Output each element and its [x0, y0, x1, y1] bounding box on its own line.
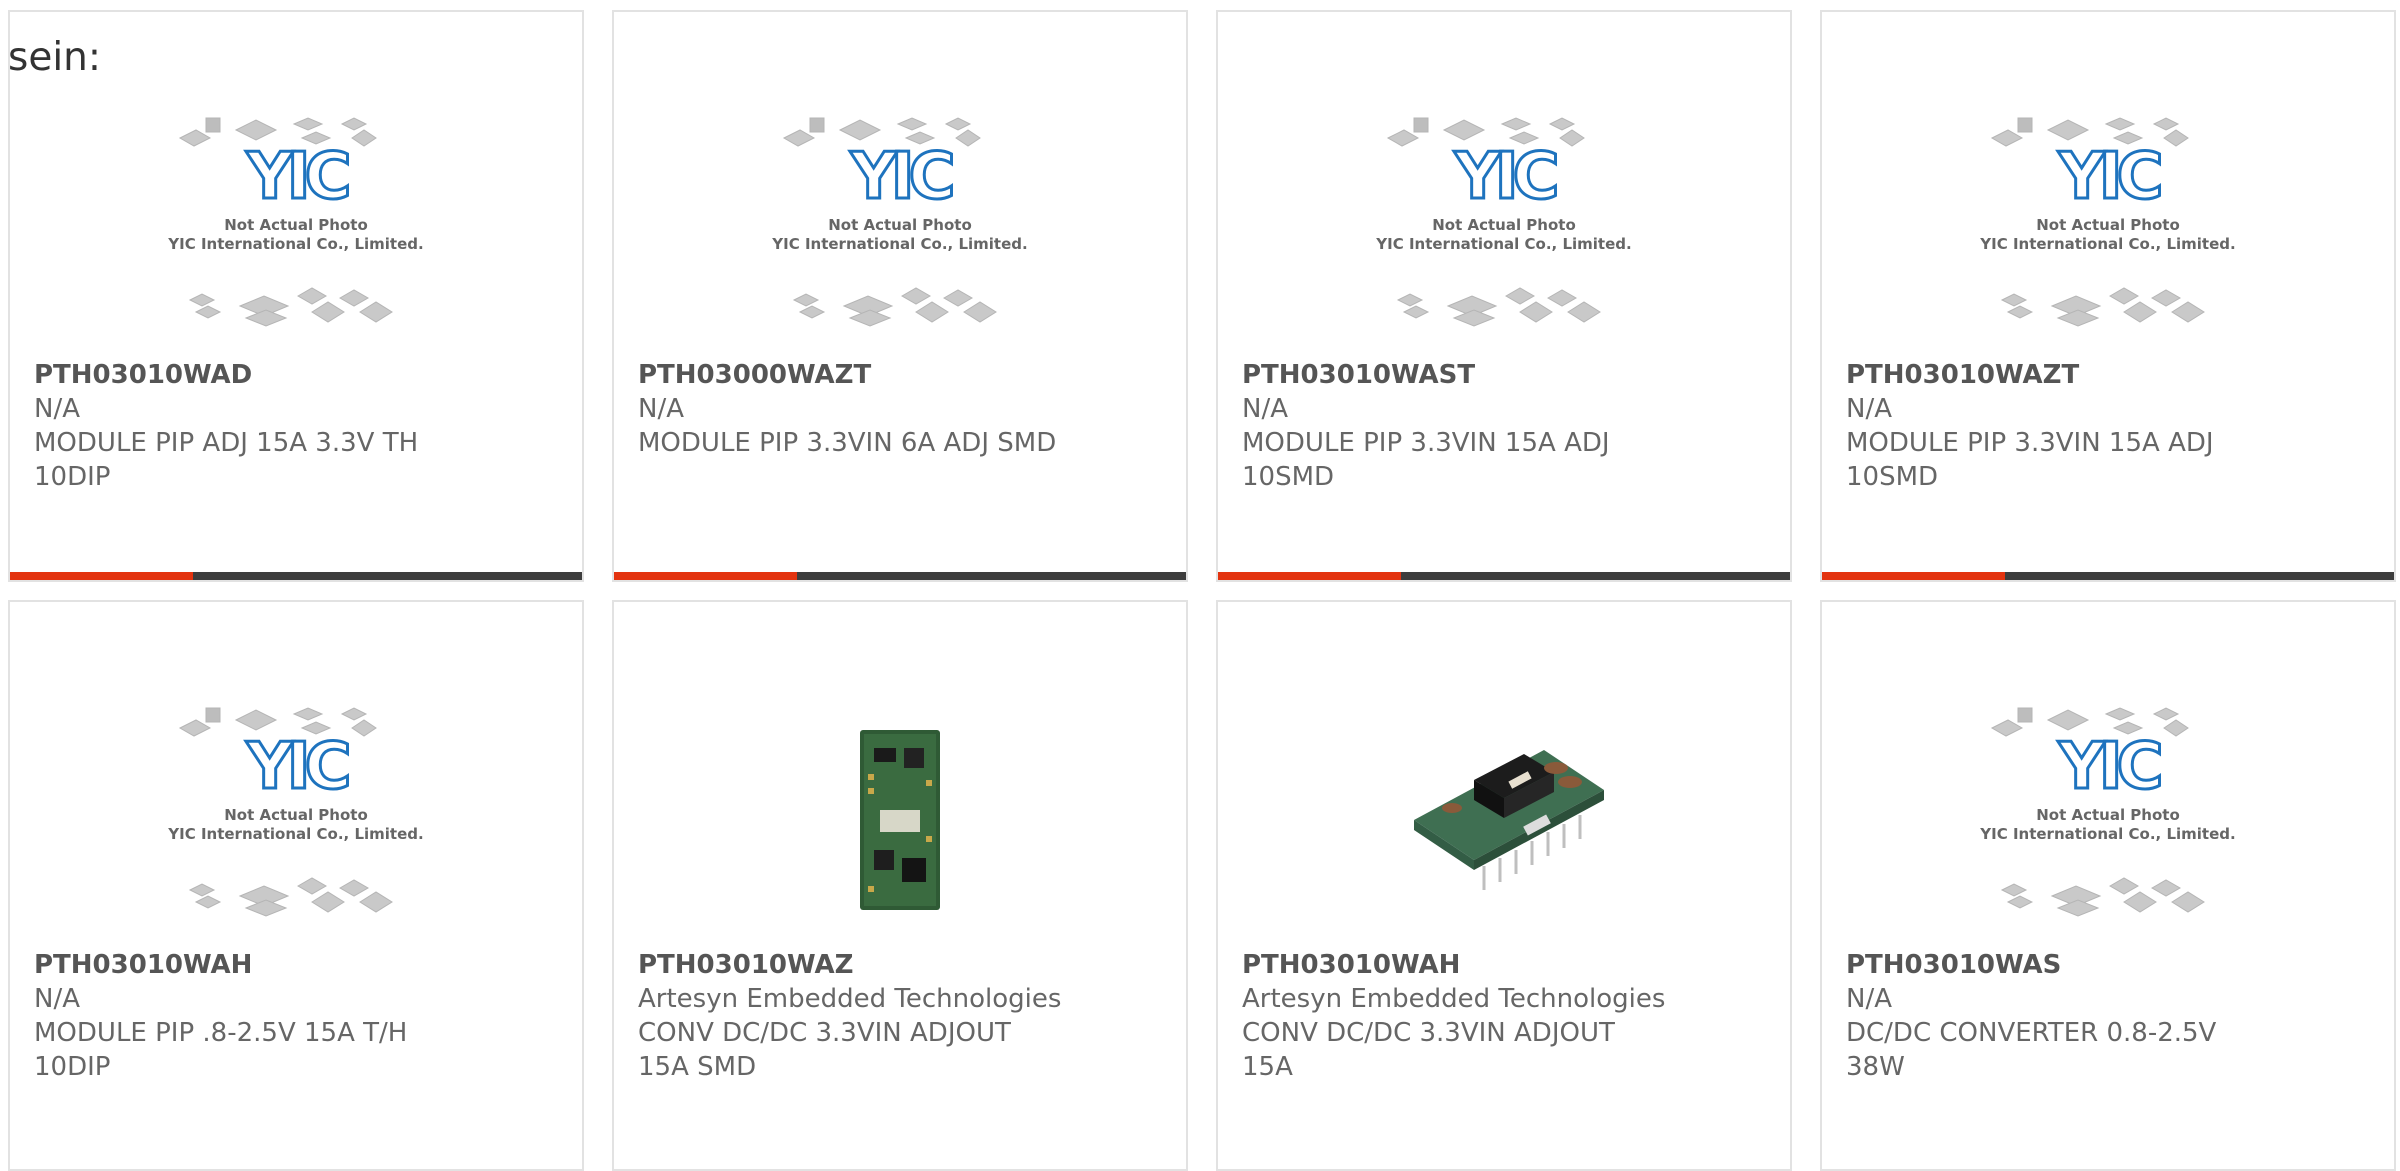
manufacturer: N/A: [1242, 394, 1288, 424]
part-number-link[interactable]: PTH03010WAST: [1242, 358, 1780, 392]
product-card[interactable]: YIC Not Actual Photo YIC International C…: [1216, 10, 1792, 582]
svg-text:YIC: YIC: [245, 730, 347, 804]
product-card[interactable]: YIC Not Actual Photo YIC International C…: [8, 600, 584, 1171]
card-accent: [1218, 572, 1401, 580]
product-image[interactable]: YIC Not Actual Photo YIC International C…: [614, 100, 1186, 350]
card-accent: [1822, 572, 2005, 580]
manufacturer: Artesyn Embedded Technologies: [638, 984, 1062, 1014]
svg-text:YIC International Co., Limited: YIC International Co., Limited.: [1979, 235, 2235, 253]
product-image[interactable]: [614, 690, 1186, 940]
manufacturer: N/A: [1846, 984, 1892, 1014]
manufacturer: N/A: [1846, 394, 1892, 424]
manufacturer: N/A: [638, 394, 684, 424]
product-card[interactable]: YIC Not Actual Photo YIC International C…: [612, 10, 1188, 582]
description: MODULE PIP 3.3VIN 15A ADJ 10SMD: [1846, 428, 2214, 492]
manufacturer: N/A: [34, 394, 80, 424]
part-number-link[interactable]: PTH03010WAZT: [1846, 358, 2384, 392]
part-number-link[interactable]: PTH03000WAZT: [638, 358, 1176, 392]
product-image[interactable]: [1218, 690, 1790, 940]
product-card[interactable]: PTH03010WAZ Artesyn Embedded Technologie…: [612, 600, 1188, 1171]
svg-text:YIC: YIC: [2057, 730, 2159, 804]
svg-text:Not Actual Photo: Not Actual Photo: [2036, 806, 2180, 824]
yic-placeholder-image: YIC Not Actual Photo YIC International C…: [1979, 707, 2236, 917]
svg-text:Not Actual Photo: Not Actual Photo: [2036, 216, 2180, 234]
description: MODULE PIP ADJ 15A 3.3V TH 10DIP: [34, 428, 419, 492]
product-card[interactable]: YIC Not Actual Photo YIC International C…: [1820, 10, 2396, 582]
svg-text:Not Actual Photo: Not Actual Photo: [224, 806, 368, 824]
svg-text:YIC International Co., Limited: YIC International Co., Limited.: [1979, 825, 2235, 843]
product-image[interactable]: YIC Not Actual Photo YIC International C…: [1822, 690, 2394, 940]
svg-text:YIC: YIC: [849, 140, 951, 214]
yic-placeholder-image: YIC Not Actual Photo YIC International C…: [1375, 117, 1632, 327]
part-number-link[interactable]: PTH03010WAH: [34, 948, 572, 982]
svg-text:YIC International Co., Limited: YIC International Co., Limited.: [771, 235, 1027, 253]
card-bottom-bar: [614, 572, 1186, 580]
pcb-vertical-photo: [860, 730, 940, 910]
product-card[interactable]: YIC Not Actual Photo YIC International C…: [8, 10, 584, 582]
svg-text:YIC International Co., Limited: YIC International Co., Limited.: [167, 825, 423, 843]
manufacturer: N/A: [34, 984, 80, 1014]
part-number-link[interactable]: PTH03010WAH: [1242, 948, 1780, 982]
description: CONV DC/DC 3.3VIN ADJOUT 15A: [1242, 1018, 1615, 1082]
product-image[interactable]: YIC Not Actual Photo YIC International C…: [10, 100, 582, 350]
product-grid: YIC Not Actual Photo YIC International C…: [8, 10, 2400, 1171]
description: MODULE PIP .8-2.5V 15A T/H 10DIP: [34, 1018, 408, 1082]
svg-text:Not Actual Photo: Not Actual Photo: [828, 216, 972, 234]
product-image[interactable]: YIC Not Actual Photo YIC International C…: [10, 690, 582, 940]
description: DC/DC CONVERTER 0.8-2.5V 38W: [1846, 1018, 2217, 1082]
svg-text:Not Actual Photo: Not Actual Photo: [1432, 216, 1576, 234]
pcb-module-photo: [1414, 750, 1604, 890]
product-card[interactable]: YIC Not Actual Photo YIC International C…: [1820, 600, 2396, 1171]
svg-text:YIC International Co., Limited: YIC International Co., Limited.: [1375, 235, 1631, 253]
part-number-link[interactable]: PTH03010WAD: [34, 358, 572, 392]
part-number-link[interactable]: PTH03010WAZ: [638, 948, 1176, 982]
card-bottom-bar: [10, 572, 582, 580]
product-image[interactable]: YIC Not Actual Photo YIC International C…: [1218, 100, 1790, 350]
svg-text:Not Actual Photo: Not Actual Photo: [224, 216, 368, 234]
description: CONV DC/DC 3.3VIN ADJOUT 15A SMD: [638, 1018, 1011, 1082]
yic-placeholder-image: YIC Not Actual Photo YIC International C…: [167, 707, 424, 917]
svg-text:YIC: YIC: [245, 140, 347, 214]
card-bottom-bar: [1218, 572, 1790, 580]
svg-text:YIC International Co., Limited: YIC International Co., Limited.: [167, 235, 423, 253]
intro-text: sein:: [8, 35, 102, 80]
yic-placeholder-image: YIC Not Actual Photo YIC International C…: [771, 117, 1028, 327]
description: MODULE PIP 3.3VIN 15A ADJ 10SMD: [1242, 428, 1610, 492]
svg-text:YIC: YIC: [1453, 140, 1555, 214]
part-number-link[interactable]: PTH03010WAS: [1846, 948, 2384, 982]
description: MODULE PIP 3.3VIN 6A ADJ SMD: [638, 428, 1057, 458]
card-accent: [614, 572, 797, 580]
product-card[interactable]: PTH03010WAH Artesyn Embedded Technologie…: [1216, 600, 1792, 1171]
yic-placeholder-image: YIC Not Actual Photo YIC International C…: [167, 117, 424, 327]
manufacturer: Artesyn Embedded Technologies: [1242, 984, 1666, 1014]
yic-placeholder-image: YIC Not Actual Photo YIC International C…: [1979, 117, 2236, 327]
card-accent: [10, 572, 193, 580]
card-bottom-bar: [1822, 572, 2394, 580]
svg-text:YIC: YIC: [2057, 140, 2159, 214]
product-image[interactable]: YIC Not Actual Photo YIC International C…: [1822, 100, 2394, 350]
